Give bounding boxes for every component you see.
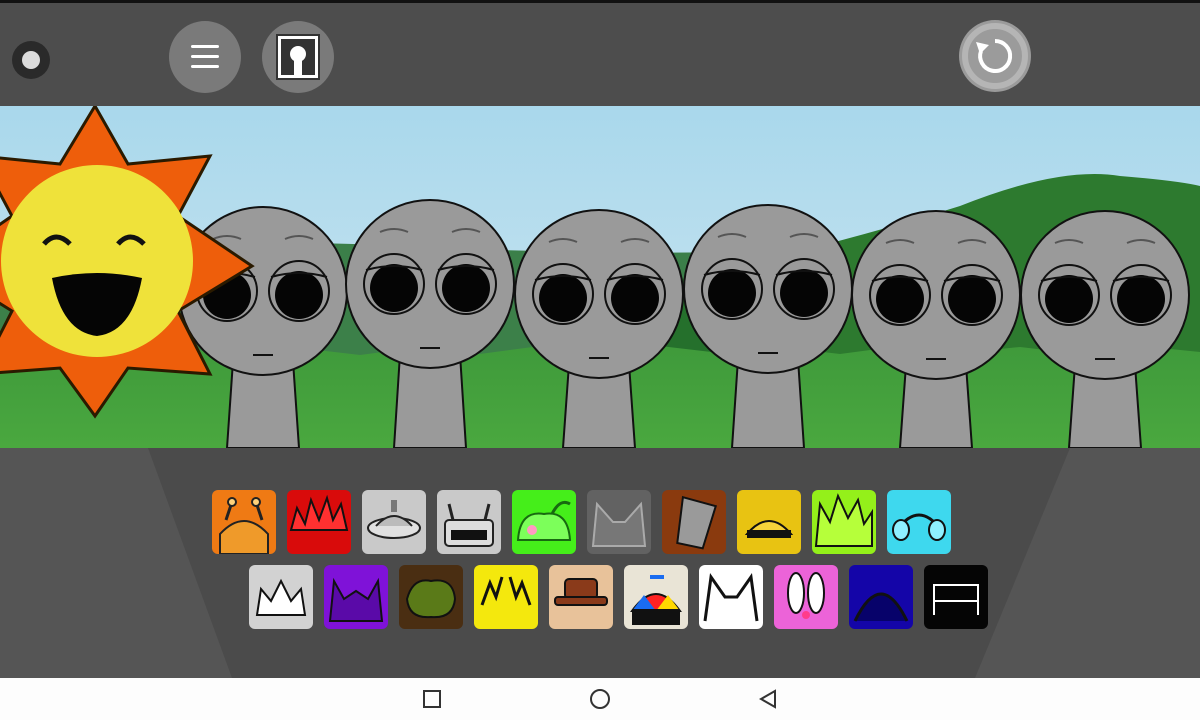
- lime-spiky-hair-icon[interactable]: [812, 490, 876, 554]
- triangle-back-icon[interactable]: [757, 688, 779, 710]
- yellow-cap-icon[interactable]: [737, 490, 801, 554]
- bucket-hat-icon[interactable]: [662, 490, 726, 554]
- black-bench-icon[interactable]: [924, 565, 988, 629]
- record-dot-icon[interactable]: [12, 41, 50, 79]
- top-toolbar: [0, 0, 1200, 106]
- reset-arrow-icon: [962, 23, 1028, 89]
- grey-cat-ears-icon[interactable]: [587, 490, 651, 554]
- menu-button[interactable]: [169, 21, 241, 93]
- grey-lid-hat-icon[interactable]: [362, 490, 426, 554]
- purple-horns-icon[interactable]: [324, 565, 388, 629]
- character-portrait-icon: [276, 34, 320, 80]
- pink-bunny-ears-icon[interactable]: [774, 565, 838, 629]
- robot-helmet-icon[interactable]: [437, 490, 501, 554]
- propeller-cap-icon[interactable]: [624, 565, 688, 629]
- olive-bush-hair-icon[interactable]: [399, 565, 463, 629]
- brown-fedora-icon[interactable]: [549, 565, 613, 629]
- white-cat-ears-icon[interactable]: [699, 565, 763, 629]
- circle-home-icon[interactable]: [589, 688, 611, 710]
- navy-dome-icon[interactable]: [849, 565, 913, 629]
- system-nav-bar: [0, 678, 1200, 720]
- green-slime-icon[interactable]: [512, 490, 576, 554]
- sound-icon-tray: [0, 448, 1200, 678]
- yellow-lightning-icon[interactable]: [474, 565, 538, 629]
- character-stage: [0, 106, 1200, 448]
- square-recents-icon[interactable]: [421, 688, 443, 710]
- red-spiky-hair-icon[interactable]: [287, 490, 351, 554]
- orange-antenna-ears-icon[interactable]: [212, 490, 276, 554]
- reset-button[interactable]: [959, 20, 1031, 92]
- cyan-headphones-icon[interactable]: [887, 490, 951, 554]
- portrait-button[interactable]: [262, 21, 334, 93]
- white-crown-icon[interactable]: [249, 565, 313, 629]
